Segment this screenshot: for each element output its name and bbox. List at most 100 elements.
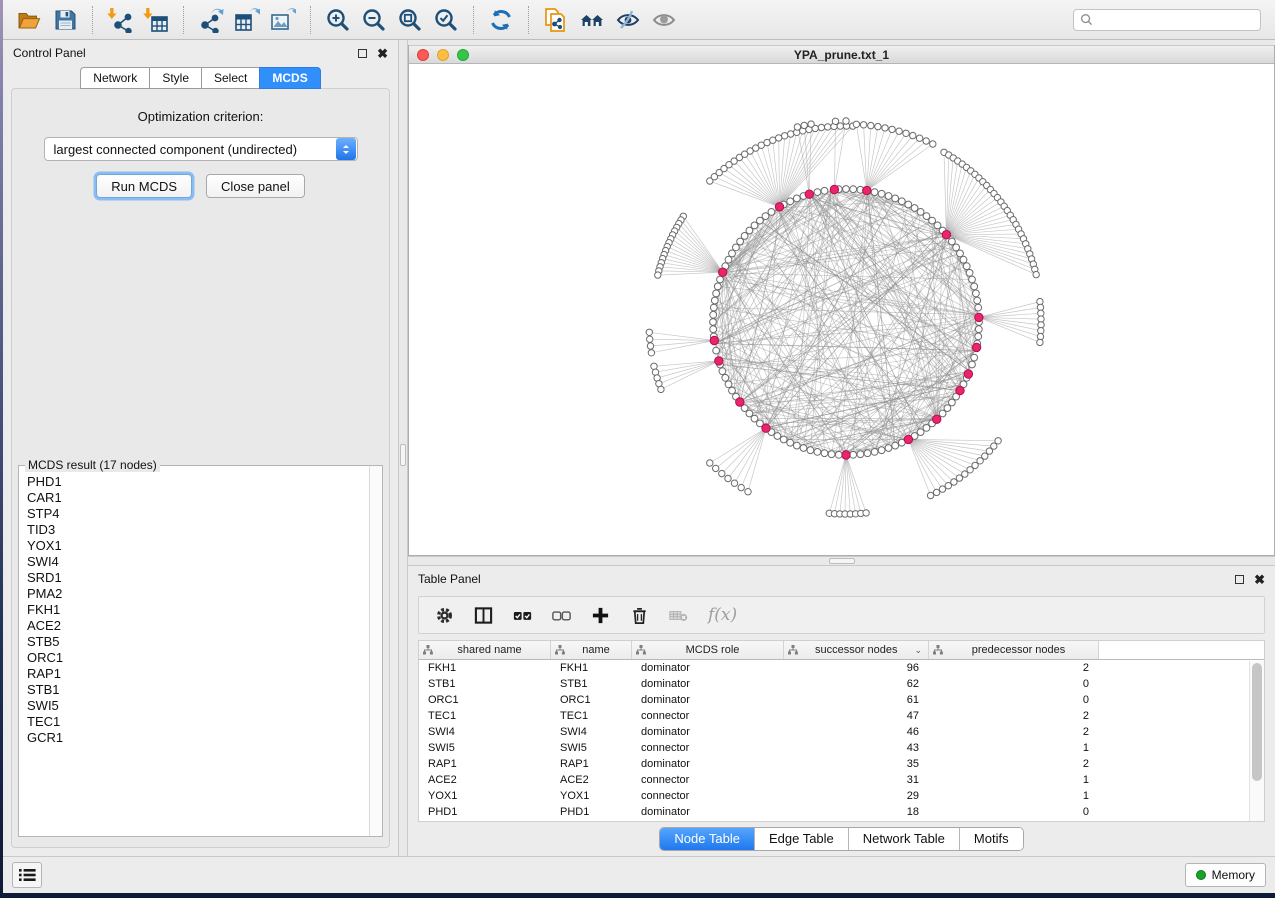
export-image-button[interactable]: [265, 4, 301, 36]
export-table-button[interactable]: [229, 4, 265, 36]
table-row[interactable]: PHD1PHD1dominator180: [419, 804, 1264, 820]
table-row[interactable]: YOX1YOX1connector291: [419, 788, 1264, 804]
mcds-result-item[interactable]: STB1: [27, 682, 369, 698]
close-panel-icon[interactable]: ✖: [1254, 575, 1265, 584]
vertical-splitter[interactable]: [398, 40, 408, 856]
memory-button[interactable]: Memory: [1185, 863, 1266, 887]
mcds-result-item[interactable]: SRD1: [27, 570, 369, 586]
tab-mcds[interactable]: MCDS: [259, 67, 320, 89]
float-panel-icon[interactable]: [358, 49, 367, 58]
tab-style[interactable]: Style: [149, 67, 201, 89]
save-icon: [52, 7, 78, 33]
table-row[interactable]: SWI5SWI5connector431: [419, 740, 1264, 756]
mcds-result-item[interactable]: RAP1: [27, 666, 369, 682]
table-row[interactable]: TEC1TEC1connector472: [419, 708, 1264, 724]
save-session-button[interactable]: [47, 4, 83, 36]
delete-row-button[interactable]: [630, 606, 649, 625]
minimize-window-icon[interactable]: [437, 49, 449, 61]
apply-layout-button[interactable]: [483, 4, 519, 36]
mcds-result-item[interactable]: TID3: [27, 522, 369, 538]
maximize-window-icon[interactable]: [457, 49, 469, 61]
select-all-button[interactable]: [513, 606, 532, 625]
import-network-button[interactable]: [102, 4, 138, 36]
mcds-result-item[interactable]: FKH1: [27, 602, 369, 618]
right-column: YPA_prune.txt_1 Table Panel ✖: [408, 40, 1275, 856]
zoom-fit-button[interactable]: [392, 4, 428, 36]
close-window-icon[interactable]: [417, 49, 429, 61]
control-panel: Control Panel ✖ NetworkStyleSelectMCDS O…: [3, 40, 398, 856]
export-network-button[interactable]: [193, 4, 229, 36]
zoom-in-icon: [325, 7, 351, 33]
column-header-predecessor-nodes[interactable]: predecessor nodes: [929, 641, 1099, 659]
network-canvas[interactable]: [409, 64, 1274, 555]
float-panel-icon[interactable]: [1235, 575, 1244, 584]
network-window-titlebar[interactable]: YPA_prune.txt_1: [409, 45, 1274, 64]
criterion-dropdown[interactable]: largest connected component (undirected): [44, 137, 358, 161]
mcds-result-item[interactable]: GCR1: [27, 730, 369, 746]
close-panel-button[interactable]: Close panel: [206, 174, 305, 198]
column-header-MCDS-role[interactable]: MCDS role: [632, 641, 784, 659]
tab-network[interactable]: Network: [80, 67, 149, 89]
add-row-button[interactable]: [591, 606, 610, 625]
splitter-grip[interactable]: [400, 444, 406, 466]
mcds-result-item[interactable]: STP4: [27, 506, 369, 522]
close-panel-icon[interactable]: ✖: [377, 49, 388, 58]
cell-successor-nodes: 62: [784, 678, 929, 690]
tab-node-table[interactable]: Node Table: [660, 828, 755, 850]
run-mcds-button[interactable]: Run MCDS: [96, 174, 192, 198]
mcds-result-item[interactable]: YOX1: [27, 538, 369, 554]
mcds-result-item[interactable]: ORC1: [27, 650, 369, 666]
mcds-result-item[interactable]: PMA2: [27, 586, 369, 602]
zoom-in-button[interactable]: [320, 4, 356, 36]
show-graphics-details-button[interactable]: [646, 4, 682, 36]
column-header-shared-name[interactable]: shared name: [419, 641, 551, 659]
share-network-button[interactable]: [538, 4, 574, 36]
mcds-result-item[interactable]: PHD1: [27, 474, 369, 490]
show-columns-button[interactable]: [474, 606, 493, 625]
cell-MCDS-role: dominator: [632, 678, 784, 690]
table-scrollbar[interactable]: [1249, 661, 1264, 821]
table-settings-button[interactable]: [435, 606, 454, 625]
mcds-result-item[interactable]: SWI5: [27, 698, 369, 714]
tab-motifs[interactable]: Motifs: [960, 828, 1023, 850]
tab-select[interactable]: Select: [201, 67, 259, 89]
import-table-button[interactable]: [138, 4, 174, 36]
column-header-successor-nodes[interactable]: successor nodes⌄: [784, 641, 929, 659]
mcds-result-list[interactable]: PHD1CAR1STP4TID3YOX1SWI4SRD1PMA2FKH1ACE2…: [19, 466, 369, 836]
mcds-result-item[interactable]: STB5: [27, 634, 369, 650]
zoom-out-button[interactable]: [356, 4, 392, 36]
unselect-all-button[interactable]: [552, 606, 571, 625]
scrollbar-thumb[interactable]: [1252, 663, 1262, 781]
cell-shared-name: YOX1: [419, 790, 551, 802]
delete-table-button[interactable]: [669, 606, 688, 625]
cell-MCDS-role: dominator: [632, 758, 784, 770]
zoom-selected-button[interactable]: [428, 4, 464, 36]
home-button[interactable]: [574, 4, 610, 36]
mcds-result-item[interactable]: ACE2: [27, 618, 369, 634]
splitter-grip[interactable]: [829, 558, 855, 564]
open-session-button[interactable]: [11, 4, 47, 36]
mcds-result-item[interactable]: CAR1: [27, 490, 369, 506]
search-field[interactable]: [1073, 9, 1261, 31]
tab-network-table[interactable]: Network Table: [849, 828, 960, 850]
table-row[interactable]: FKH1FKH1dominator962: [419, 660, 1264, 676]
horizontal-splitter[interactable]: [408, 556, 1275, 566]
mcds-list-scrollbar[interactable]: [369, 466, 382, 836]
mcds-result-item[interactable]: SWI4: [27, 554, 369, 570]
column-header-name[interactable]: name: [551, 641, 632, 659]
table-row[interactable]: RAP1RAP1dominator352: [419, 756, 1264, 772]
show-log-button[interactable]: [12, 862, 42, 888]
table-row[interactable]: SWI4SWI4dominator462: [419, 724, 1264, 740]
function-builder-button[interactable]: f(x): [708, 605, 737, 625]
cell-predecessor-nodes: 0: [929, 678, 1099, 690]
mcds-result-group: MCDS result (17 nodes) PHD1CAR1STP4TID3Y…: [18, 465, 383, 837]
search-input[interactable]: [1093, 13, 1254, 27]
table-row[interactable]: ORC1ORC1dominator610: [419, 692, 1264, 708]
mcds-result-item[interactable]: TEC1: [27, 714, 369, 730]
cell-MCDS-role: dominator: [632, 806, 784, 818]
plus-icon: [591, 606, 610, 625]
table-row[interactable]: STB1STB1dominator620: [419, 676, 1264, 692]
tab-edge-table[interactable]: Edge Table: [755, 828, 849, 850]
table-row[interactable]: ACE2ACE2connector311: [419, 772, 1264, 788]
hide-graphics-details-button[interactable]: [610, 4, 646, 36]
